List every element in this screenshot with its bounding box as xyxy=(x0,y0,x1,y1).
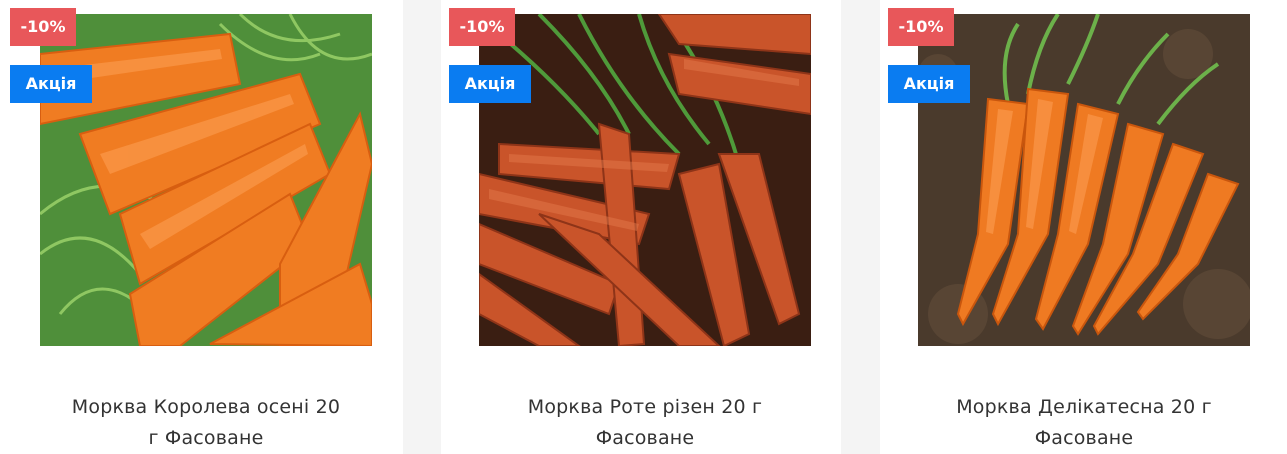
product-grid: -10% Акція Морква Королева осені 20 г Фа… xyxy=(0,0,1287,454)
discount-badge: -10% xyxy=(449,8,515,46)
discount-badge: -10% xyxy=(888,8,954,46)
promo-badge: Акція xyxy=(888,65,970,103)
product-image[interactable] xyxy=(479,14,811,346)
product-title-line: Морква Делікатесна 20 г xyxy=(956,396,1212,418)
product-title[interactable]: Морква Роте різен 20 г Фасоване xyxy=(479,392,811,454)
product-image[interactable] xyxy=(918,14,1250,346)
product-title-line: Фасоване xyxy=(595,427,695,449)
product-card[interactable]: -10% Акція Морква Королева осені 20 г Фа… xyxy=(0,0,403,454)
product-title-line: г Фасоване xyxy=(148,427,264,449)
product-title[interactable]: Морква Делікатесна 20 г Фасоване xyxy=(918,392,1250,454)
product-title-line: Морква Роте різен 20 г xyxy=(527,396,763,418)
product-card[interactable]: -10% Акція Морква Делікатесна 20 г Фасов… xyxy=(880,0,1287,454)
promo-badge: Акція xyxy=(449,65,531,103)
discount-badge: -10% xyxy=(10,8,76,46)
product-image[interactable] xyxy=(40,14,372,346)
product-title[interactable]: Морква Королева осені 20 г Фасоване xyxy=(40,392,372,454)
product-title-line: Морква Королева осені 20 xyxy=(71,396,341,418)
product-card[interactable]: -10% Акція Морква Роте різен 20 г Фасова… xyxy=(441,0,841,454)
product-title-line: Фасоване xyxy=(1034,427,1134,449)
promo-badge: Акція xyxy=(10,65,92,103)
